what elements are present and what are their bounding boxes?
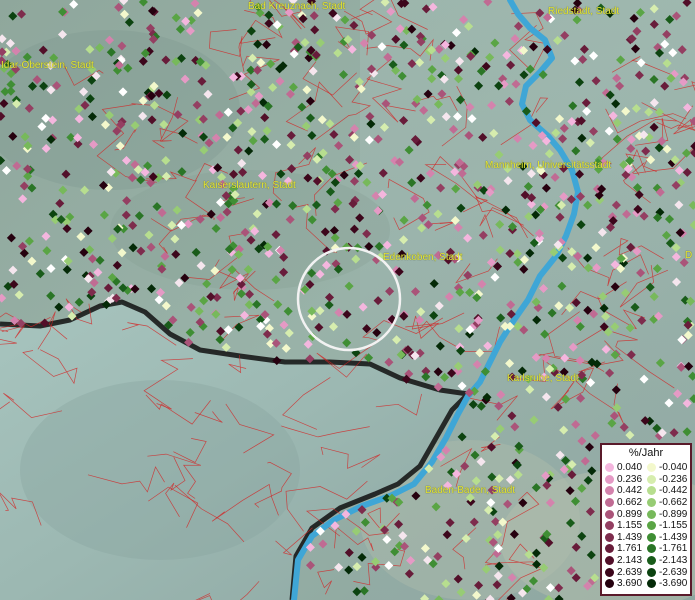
city-label[interactable]: Bad Kreuznach, Stadt [248,1,345,12]
legend-label: -0.442 [659,485,688,497]
legend-entry: -0.662 [647,497,687,509]
city-label[interactable]: Riedstadt, Stadt [548,6,619,17]
legend-label: -0.040 [659,462,688,474]
legend-swatch [647,463,656,473]
city-label[interactable]: Idar-Oberstein, Stadt [1,60,94,71]
legend-label: 0.662 [617,497,643,509]
legend-label: 2.639 [617,566,643,578]
legend-label: 2.143 [617,555,643,567]
legend-entry: -2.143 [647,555,687,567]
legend-swatch [647,556,656,566]
legend-entry: 1.155 [605,520,642,532]
legend-label: -0.899 [659,508,688,520]
legend-swatch [647,486,656,496]
legend-label: 1.155 [617,520,643,532]
legend-swatch [647,474,656,484]
city-label[interactable]: Edenkoben, Stadt [383,252,463,263]
legend-swatch [647,509,656,519]
city-label[interactable]: D [685,250,692,261]
legend-swatch [605,567,614,577]
legend-swatch [605,556,614,566]
legend-swatch [647,544,656,554]
legend-label: -1.439 [659,531,688,543]
legend-swatch [647,567,656,577]
legend-swatch [605,498,614,508]
legend-entry: -1.439 [647,532,687,544]
legend-entry: -0.899 [647,508,687,520]
legend-positive-column: 0.040 0.236 0.442 0.662 0.899 1.155 1.439 1.761… [605,462,642,590]
legend-entry: 1.761 [605,543,642,555]
legend-entry: -2.639 [647,566,687,578]
legend-entry: -0.040 [647,462,687,474]
legend-swatch [647,579,656,589]
legend-label: -2.639 [659,566,688,578]
legend-entry: 1.439 [605,532,642,544]
city-label[interactable]: Karlsruhe, Stadt [507,373,579,384]
city-label[interactable]: Mannheim, Universitätsstadt [485,160,611,171]
legend-label: 1.439 [617,531,643,543]
legend-label: 0.442 [617,485,643,497]
legend-negative-column: -0.040 -0.236 -0.442 -0.662 -0.899 -1.155 -1.4… [647,462,687,590]
legend-swatch [605,486,614,496]
legend-swatch [647,521,656,531]
legend-label: 0.899 [617,508,643,520]
legend-label: 3.690 [617,578,643,590]
legend-label: -2.143 [659,555,688,567]
map-canvas[interactable] [0,0,695,600]
legend-label: -1.761 [659,543,688,555]
legend-swatch [605,544,614,554]
legend-label: -1.155 [659,520,688,532]
legend-entry: 0.442 [605,485,642,497]
legend-label: -0.236 [659,473,688,485]
map-view[interactable]: Bad Kreuznach, Stadt Riedstadt, Stadt Id… [0,0,695,600]
legend-swatch [647,498,656,508]
legend-label: -0.662 [659,497,688,509]
legend-swatch [605,532,614,542]
legend-swatch [605,474,614,484]
legend-entry: -1.155 [647,520,687,532]
legend-entry: 0.236 [605,474,642,486]
legend-entry: -3.690 [647,578,687,590]
legend-entry: 0.662 [605,497,642,509]
city-label[interactable]: Baden-Baden, Stadt [425,485,515,496]
legend-entry: 2.143 [605,555,642,567]
legend-entry: -0.442 [647,485,687,497]
legend-swatch [605,463,614,473]
legend-label: -3.690 [659,578,688,590]
legend-entry: -1.761 [647,543,687,555]
legend-label: 0.040 [617,462,643,474]
legend-swatch [605,521,614,531]
legend-swatch [605,579,614,589]
legend-title: %/Jahr [628,447,664,459]
legend: %/Jahr 0.040 0.236 0.442 0.662 0.899 1.155 1.4… [600,443,692,596]
legend-entry: 3.690 [605,578,642,590]
legend-entry: 2.639 [605,566,642,578]
legend-entry: 0.899 [605,508,642,520]
legend-label: 1.761 [617,543,643,555]
legend-entry: 0.040 [605,462,642,474]
legend-swatch [647,532,656,542]
legend-entry: -0.236 [647,474,687,486]
city-label[interactable]: Kaiserslautern, Stadt [203,180,296,191]
legend-swatch [605,509,614,519]
legend-label: 0.236 [617,473,643,485]
